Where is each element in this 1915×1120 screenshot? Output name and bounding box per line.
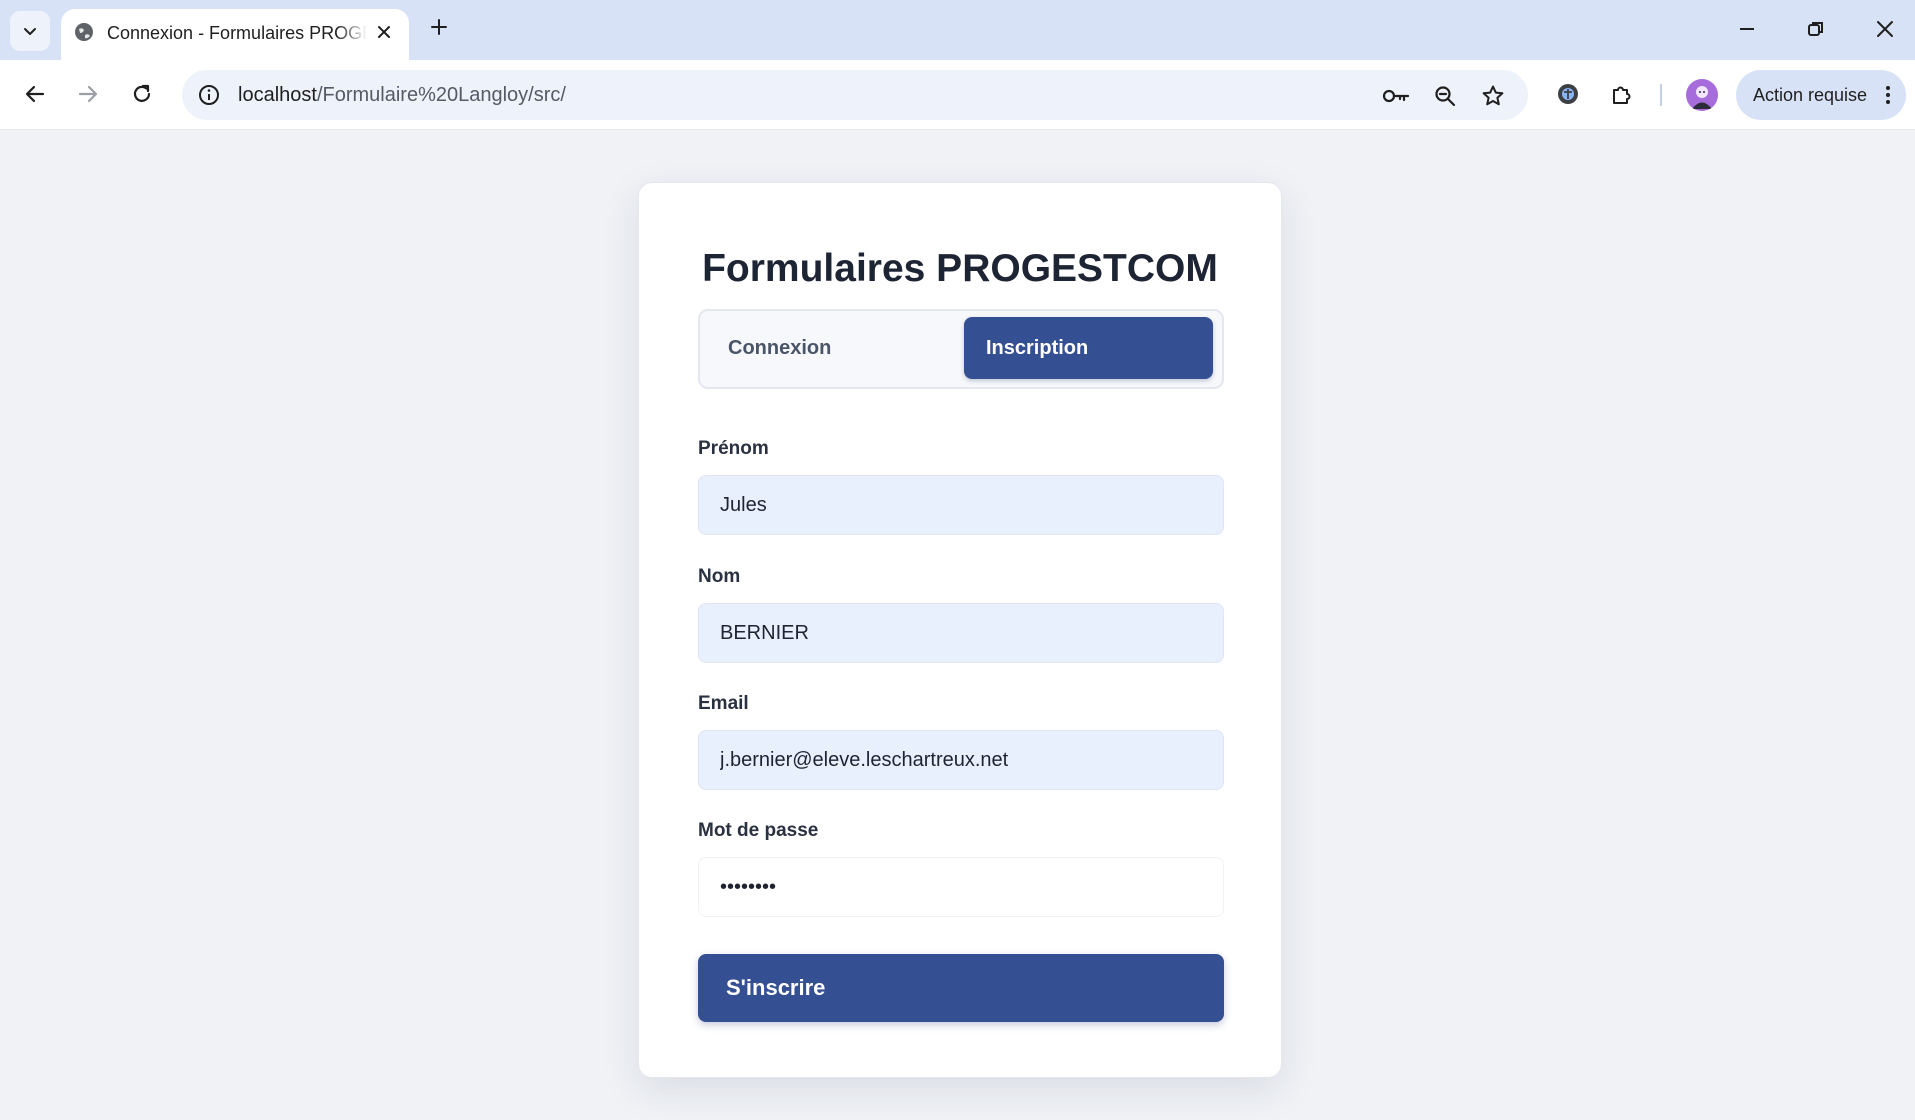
new-tab-button[interactable] [424,12,454,42]
password-label: Mot de passe [698,820,819,841]
back-button[interactable] [15,74,55,114]
url-path: /Formulaire%20Langloy/src/ [316,84,566,106]
extension-shield-icon [1558,84,1578,104]
url-text[interactable]: localhost/Formulaire%20Langloy/src/ [238,83,566,107]
minimize-icon [1740,28,1754,30]
extension-button[interactable] [1548,74,1588,114]
password-field[interactable] [698,857,1224,917]
action-required-label: Action requise [1753,85,1868,105]
email-field[interactable] [698,730,1224,790]
action-required-button[interactable]: Action requise [1736,70,1906,120]
first-name-label: Prénom [698,438,769,459]
email-label: Email [698,693,749,714]
tab-close-button[interactable] [373,21,395,43]
globe-icon [75,23,93,41]
plus-icon [431,19,447,35]
reload-button[interactable] [122,74,162,114]
info-icon [199,85,219,105]
submit-register-button[interactable]: S'inscrire [698,954,1224,1022]
tab-title: Connexion - Formulaires PROGESTCOM [107,21,367,45]
restore-button[interactable] [1801,14,1831,44]
browser-menu-button[interactable] [1876,82,1900,108]
forward-button[interactable] [68,74,108,114]
chevron-down-icon [24,28,36,35]
auth-card: Formulaires PROGESTCOM Connexion Inscrip… [638,182,1282,1078]
last-name-label: Nom [698,566,741,587]
restore-icon [1808,22,1823,36]
zoom-out-icon [1435,86,1456,107]
key-icon [1382,89,1410,103]
tab-connexion[interactable]: Connexion [706,317,961,379]
star-icon [1482,85,1504,106]
password-key-button[interactable] [1382,82,1410,110]
close-window-button[interactable] [1870,14,1900,44]
first-name-input[interactable] [698,475,1224,535]
auth-tabs: Connexion Inscription [698,309,1224,389]
address-bar[interactable]: localhost/Formulaire%20Langloy/src/ [182,70,1528,120]
tab-search-button[interactable] [10,11,50,51]
url-host: localhost [238,84,317,106]
puzzle-icon [1613,86,1631,104]
last-name-input[interactable] [698,603,1224,663]
profile-avatar-icon [1692,86,1712,109]
extensions-menu-button[interactable] [1602,74,1642,114]
reload-icon [133,84,151,102]
site-info-button[interactable] [196,82,222,108]
arrow-right-icon [78,85,98,103]
toolbar-divider [1660,84,1662,106]
more-vert-icon [1886,86,1890,104]
avatar[interactable] [1686,79,1718,111]
bookmark-button[interactable] [1479,82,1507,110]
page-title: Formulaires PROGESTCOM [702,247,1218,290]
close-icon [1877,21,1893,37]
arrow-left-icon [25,85,45,103]
zoom-button[interactable] [1431,82,1459,110]
browser-toolbar: localhost/Formulaire%20Langloy/src/ Acti… [0,60,1915,130]
browser-tabstrip: Connexion - Formulaires PROGESTCOM [0,0,1915,60]
minimize-button[interactable] [1732,14,1762,44]
tab-inscription[interactable]: Inscription [964,317,1213,379]
browser-tab-active[interactable]: Connexion - Formulaires PROGESTCOM [61,9,409,60]
close-icon [378,26,390,38]
